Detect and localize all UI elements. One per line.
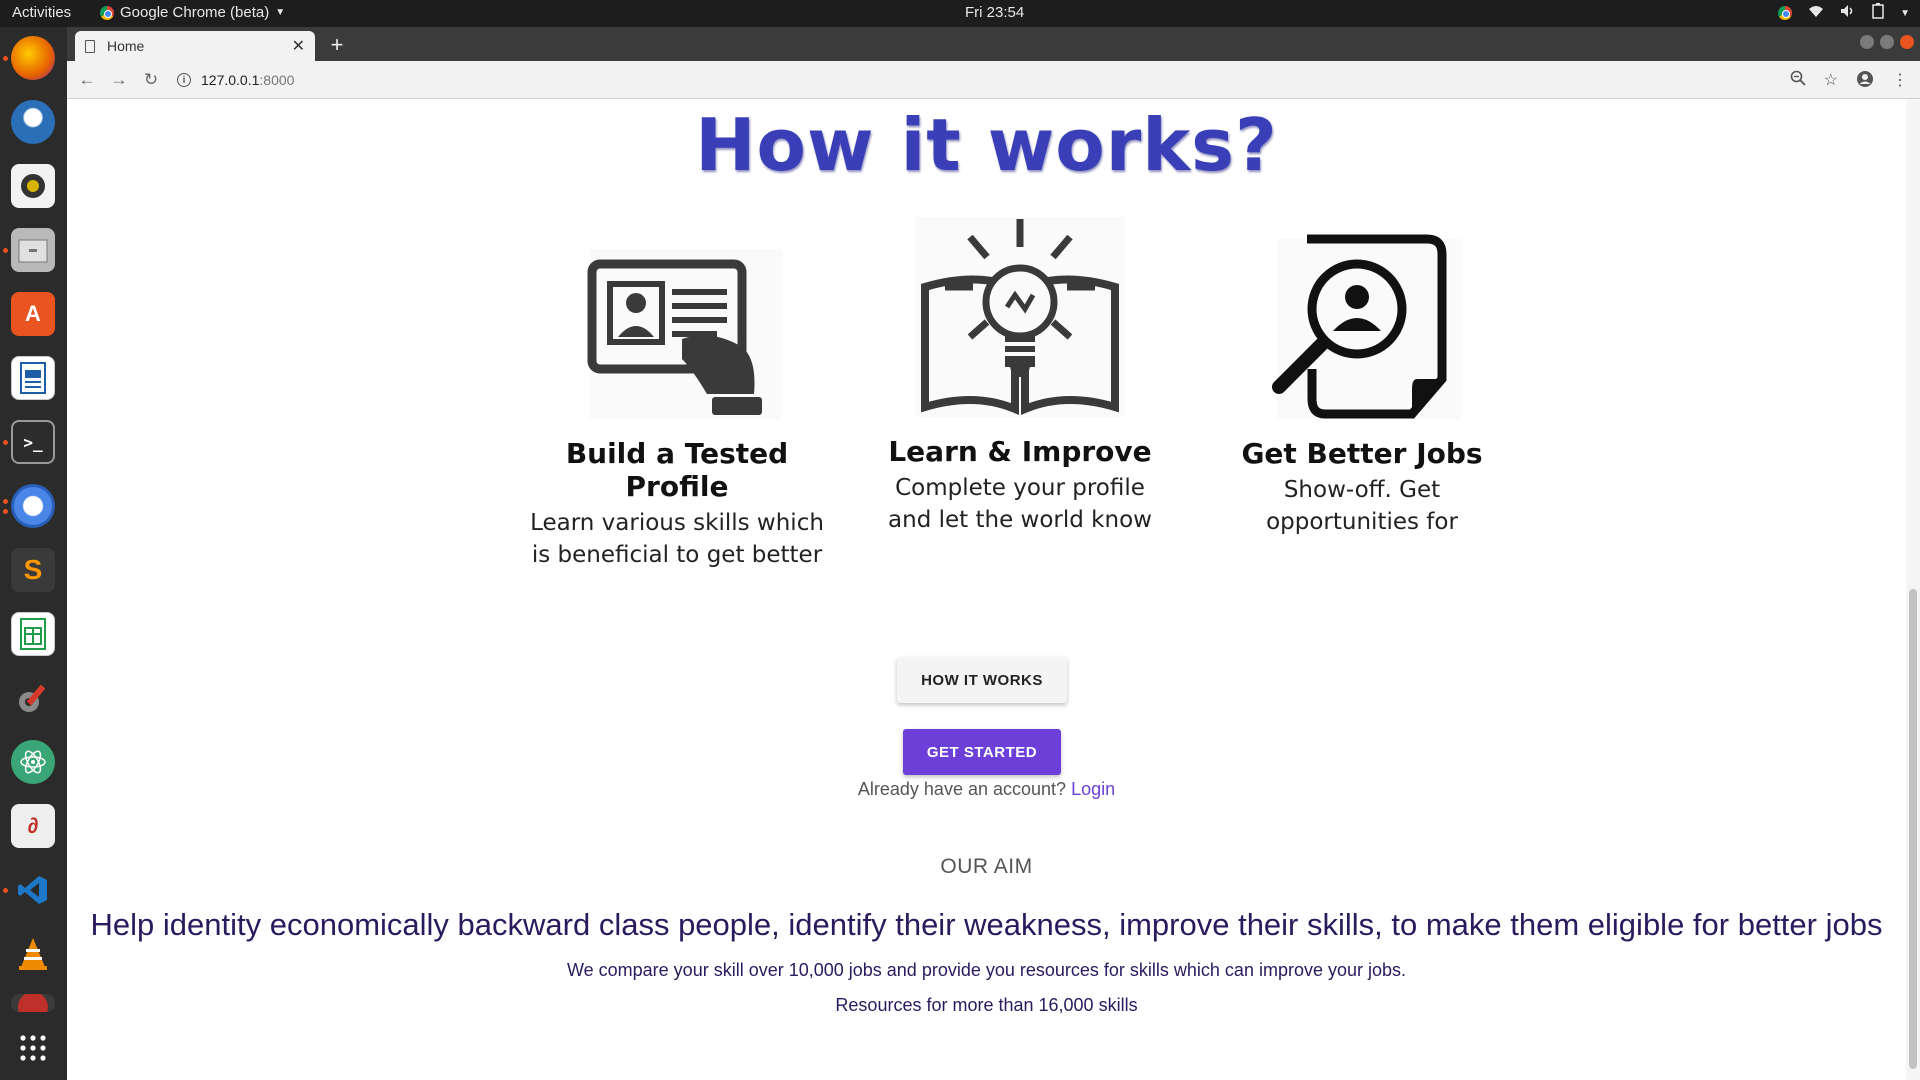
sublime-text-icon[interactable]: S — [11, 548, 55, 592]
system-tools-icon[interactable] — [11, 676, 55, 720]
profile-icon[interactable] — [1856, 70, 1874, 93]
login-link[interactable]: Login — [1071, 779, 1115, 799]
scrollbar-thumb[interactable] — [1909, 589, 1917, 1069]
zoom-icon[interactable] — [1790, 70, 1806, 93]
app-menu[interactable]: Google Chrome (beta) ▼ — [100, 4, 285, 21]
vlc-icon[interactable] — [11, 932, 55, 976]
close-icon[interactable]: ✕ — [292, 36, 305, 56]
files-icon[interactable] — [11, 228, 55, 272]
url-port: :8000 — [259, 72, 295, 88]
browser-tab-strip: Home ✕ + — [67, 27, 1920, 61]
step-title: Build a Tested Profile — [565, 437, 789, 503]
partially-hidden-app-icon[interactable] — [11, 994, 55, 1012]
login-prompt-text: Already have an account? — [857, 779, 1067, 799]
page-scrollbar[interactable] — [1906, 99, 1920, 1080]
forward-button[interactable]: → — [107, 68, 131, 92]
battery-icon — [1872, 3, 1884, 23]
menu-kebab-icon[interactable]: ⋮ — [1892, 70, 1908, 93]
step-title: Get Better Jobs — [1241, 437, 1483, 470]
calc-icon[interactable] — [11, 612, 55, 656]
maximize-button[interactable] — [1880, 35, 1894, 49]
new-tab-button[interactable]: + — [325, 32, 349, 57]
page-icon — [85, 39, 95, 53]
tab-home[interactable]: Home ✕ — [75, 31, 315, 61]
reload-button[interactable]: ↻ — [139, 68, 163, 92]
close-window-button[interactable] — [1900, 35, 1914, 49]
step-text-line-1: Complete your profile — [895, 475, 1145, 501]
activities-button[interactable]: Activities — [12, 4, 71, 21]
running-indicator — [3, 499, 8, 504]
running-indicator — [3, 888, 8, 893]
running-indicator — [3, 440, 8, 445]
show-applications-icon[interactable] — [11, 1026, 55, 1070]
step-title: Learn & Improve — [888, 435, 1152, 468]
rhythmbox-icon[interactable] — [11, 164, 55, 208]
back-button[interactable]: ← — [75, 68, 99, 92]
step-text-line-2: and let the world know — [888, 507, 1152, 533]
running-indicator — [3, 509, 8, 514]
step-text-line-2: opportunities for — [1266, 509, 1458, 535]
info-icon[interactable]: i — [177, 73, 191, 87]
step-better-jobs: Get Better Jobs Show-off. Get opportunit… — [1202, 219, 1522, 538]
lightbulb-book-icon — [915, 217, 1125, 417]
system-top-bar: Activities Google Chrome (beta) ▼ Fri 23… — [0, 0, 1920, 27]
volume-icon — [1840, 4, 1856, 22]
chevron-down-icon: ▼ — [275, 7, 286, 18]
step-build-profile: Build a Tested Profile Learn various ski… — [517, 219, 837, 571]
document-viewer-icon[interactable]: ∂ — [11, 804, 55, 848]
toolbar-actions: ☆ ⋮ — [1790, 70, 1908, 93]
window-controls — [1860, 35, 1914, 49]
url-host: 127.0.0.1 — [201, 72, 260, 88]
wifi-icon — [1808, 4, 1824, 22]
atom-icon[interactable] — [11, 740, 55, 784]
page-viewport: How it works? Build a Tested Profile Lea… — [67, 99, 1920, 1080]
minimize-button[interactable] — [1860, 35, 1874, 49]
search-profile-icon — [1272, 234, 1462, 419]
running-indicator — [3, 56, 8, 61]
vscode-icon[interactable] — [11, 868, 55, 912]
step-text-line-1: Show-off. Get — [1283, 477, 1441, 503]
chromium-icon[interactable] — [11, 484, 55, 528]
step-learn-improve: Learn & Improve Complete your profile an… — [860, 217, 1180, 536]
step-text-line-2: is beneficial to get better — [531, 542, 823, 568]
thunderbird-icon[interactable] — [11, 100, 55, 144]
terminal-icon[interactable]: >_ — [11, 420, 55, 464]
aim-section-label: OUR AIM — [940, 855, 1033, 878]
aim-resources-count: Resources for more than 16,000 skills — [835, 995, 1138, 1015]
page-title: How it works? — [695, 103, 1278, 187]
bookmark-star-icon[interactable]: ☆ — [1824, 70, 1838, 93]
address-bar[interactable]: i 127.0.0.1 :8000 — [177, 66, 1797, 94]
firefox-icon[interactable] — [11, 36, 55, 80]
tab-title: Home — [107, 38, 145, 54]
writer-icon[interactable] — [11, 356, 55, 400]
clock[interactable]: Fri 23:54 — [965, 4, 1024, 21]
running-indicator — [3, 248, 8, 253]
login-prompt: Already have an account? Login — [67, 779, 1906, 800]
chrome-icon — [100, 5, 114, 20]
browser-toolbar: ← → ↻ i 127.0.0.1 :8000 ☆ ⋮ — [67, 61, 1920, 99]
step-text-line-1: Learn various skills which — [530, 510, 824, 536]
get-started-button[interactable]: GET STARTED — [903, 729, 1061, 775]
app-menu-label: Google Chrome (beta) — [120, 4, 270, 21]
system-tray[interactable]: ▼ — [1778, 3, 1910, 23]
aim-description: We compare your skill over 10,000 jobs a… — [566, 960, 1407, 980]
software-center-icon[interactable]: A — [11, 292, 55, 336]
aim-headline: Help identity economically backward clas… — [90, 907, 1883, 942]
id-card-hand-icon — [587, 249, 782, 419]
how-it-works-button[interactable]: HOW IT WORKS — [897, 657, 1067, 703]
dock: A >_ S ∂ — [0, 27, 67, 1080]
chrome-tray-icon[interactable] — [1778, 6, 1793, 20]
chevron-down-icon: ▼ — [1900, 7, 1910, 19]
